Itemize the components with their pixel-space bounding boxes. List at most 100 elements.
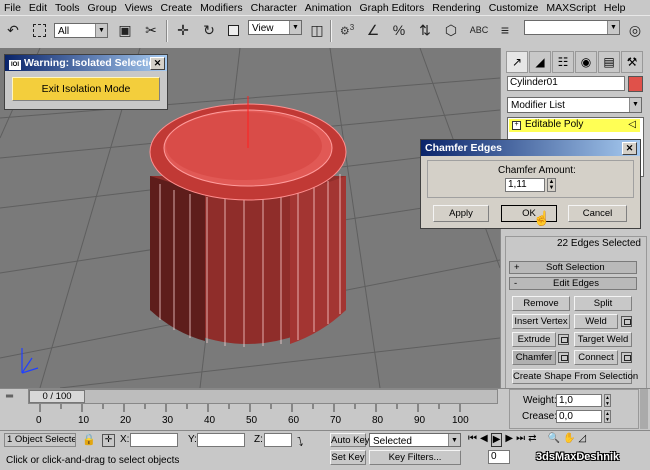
create-tab-icon[interactable]: ↗ bbox=[506, 51, 528, 73]
menu-group[interactable]: Group bbox=[84, 2, 121, 14]
menu-edit[interactable]: Edit bbox=[25, 2, 51, 14]
insert-vertex-button[interactable]: Insert Vertex bbox=[512, 314, 570, 329]
chamfer-amount-spinner[interactable]: ▲ ▼ bbox=[547, 178, 556, 192]
zoom-icon[interactable]: 🔍 bbox=[548, 433, 560, 447]
cylinder-mesh[interactable] bbox=[149, 96, 347, 347]
connect-button[interactable]: Connect bbox=[574, 350, 618, 365]
stack-item-editable-poly[interactable]: + Editable Poly ◁ bbox=[509, 119, 640, 132]
motion-tab-icon[interactable]: ◉ bbox=[575, 51, 597, 73]
x-coordinate-input[interactable] bbox=[130, 433, 178, 447]
mini-curve-editor-icon[interactable]: ═ bbox=[6, 391, 26, 402]
close-icon[interactable]: ✕ bbox=[622, 142, 637, 155]
edit-edges-rollout[interactable]: - Edit Edges bbox=[509, 277, 637, 290]
go-to-end-icon[interactable]: ⏭ bbox=[516, 433, 525, 447]
soft-selection-rollout[interactable]: + Soft Selection bbox=[509, 261, 637, 274]
chamfer-edges-titlebar[interactable]: Chamfer Edges ✕ bbox=[421, 140, 640, 156]
connect-settings-icon[interactable] bbox=[621, 352, 632, 363]
select-object-icon[interactable]: ▣ bbox=[116, 21, 134, 39]
key-filters-button[interactable]: Key Filters... bbox=[369, 450, 461, 465]
menu-animation[interactable]: Animation bbox=[301, 2, 356, 14]
lock-icon[interactable]: 🔒 bbox=[82, 433, 96, 446]
y-coordinate-input[interactable] bbox=[197, 433, 245, 447]
field-of-view-icon[interactable]: ◿ bbox=[578, 433, 586, 447]
play-icon[interactable]: ▶ bbox=[490, 433, 503, 447]
weld-settings-icon[interactable] bbox=[621, 316, 632, 327]
split-button[interactable]: Split bbox=[574, 296, 632, 311]
menu-character[interactable]: Character bbox=[247, 2, 301, 14]
key-mode-dropdown[interactable]: Selected ▼ bbox=[369, 433, 461, 447]
max-logo-icon: IOI bbox=[9, 60, 21, 70]
mirror-icon[interactable]: ABC bbox=[470, 21, 489, 39]
reference-coord-dropdown[interactable]: View ▼ bbox=[248, 20, 302, 35]
crease-spinner[interactable]: ▲ ▼ bbox=[604, 410, 611, 423]
align-icon[interactable]: ≡ bbox=[496, 21, 514, 39]
menu-views[interactable]: Views bbox=[121, 2, 157, 14]
apply-button[interactable]: Apply bbox=[433, 205, 489, 222]
selection-filter-dropdown[interactable]: All ▼ bbox=[54, 23, 108, 38]
set-key-button[interactable]: Set Key bbox=[330, 450, 366, 465]
utilities-tab-icon[interactable]: ⚒ bbox=[621, 51, 643, 73]
weld-button[interactable]: Weld bbox=[574, 314, 618, 329]
menu-maxscript[interactable]: MAXScript bbox=[542, 2, 600, 14]
extrude-settings-icon[interactable] bbox=[558, 334, 569, 345]
hierarchy-tab-icon[interactable]: ☷ bbox=[552, 51, 574, 73]
select-by-name-icon[interactable]: ✂ bbox=[142, 21, 160, 39]
named-selection-icon[interactable]: ⬡ bbox=[442, 21, 460, 39]
z-coordinate-input[interactable] bbox=[264, 433, 292, 447]
cancel-button[interactable]: Cancel bbox=[568, 205, 627, 222]
absolute-mode-icon[interactable]: ✛ bbox=[102, 434, 115, 447]
chamfer-button[interactable]: Chamfer bbox=[512, 350, 556, 365]
modify-tab-icon[interactable]: ◢ bbox=[529, 51, 551, 73]
weight-spinner[interactable]: ▲ ▼ bbox=[604, 394, 611, 407]
pan-icon[interactable]: ✋ bbox=[563, 433, 575, 447]
menu-modifiers[interactable]: Modifiers bbox=[196, 2, 247, 14]
rotate-icon[interactable]: ↻ bbox=[200, 21, 218, 39]
display-tab-icon[interactable]: ▤ bbox=[598, 51, 620, 73]
menu-customize[interactable]: Customize bbox=[485, 2, 543, 14]
spinner-snap-icon[interactable]: ⇅ bbox=[416, 21, 434, 39]
pivot-center-icon[interactable]: ◫ bbox=[308, 21, 326, 39]
isolated-selection-titlebar[interactable]: IOI Warning: Isolated Selection ✕ bbox=[5, 55, 167, 71]
tick-label: 70 bbox=[330, 415, 342, 426]
extrude-button[interactable]: Extrude bbox=[512, 332, 556, 347]
chamfer-amount-input[interactable]: 1,11 bbox=[505, 178, 545, 192]
current-frame-input[interactable]: 0 bbox=[488, 450, 510, 464]
percent-snap-icon[interactable]: % bbox=[390, 21, 408, 39]
exit-isolation-mode-button[interactable]: Exit Isolation Mode bbox=[12, 77, 160, 101]
crease-input[interactable]: 0,0 bbox=[556, 410, 602, 423]
key-mode-toggle-icon[interactable]: ⇄ bbox=[528, 433, 536, 447]
close-icon[interactable]: ✕ bbox=[150, 57, 165, 70]
named-selection-set-dropdown[interactable]: ▼ bbox=[524, 20, 620, 35]
remove-button[interactable]: Remove bbox=[512, 296, 570, 311]
scale-icon[interactable] bbox=[224, 21, 242, 39]
target-weld-button[interactable]: Target Weld bbox=[574, 332, 632, 347]
track-bar[interactable] bbox=[30, 404, 500, 428]
select-region-icon[interactable] bbox=[30, 21, 48, 39]
time-slider[interactable]: 0 / 100 bbox=[28, 389, 498, 404]
object-color-swatch[interactable] bbox=[628, 76, 643, 92]
auto-key-button[interactable]: Auto Key bbox=[330, 433, 370, 447]
previous-frame-icon[interactable]: ◀ bbox=[480, 433, 488, 447]
menu-bar: File Edit Tools Group Views Create Modif… bbox=[0, 0, 650, 15]
weight-input[interactable]: 1,0 bbox=[556, 394, 602, 407]
menu-create[interactable]: Create bbox=[157, 2, 197, 14]
create-shape-from-selection-button[interactable]: Create Shape From Selection bbox=[512, 369, 638, 384]
move-icon[interactable]: ✛ bbox=[174, 21, 192, 39]
menu-help[interactable]: Help bbox=[600, 2, 630, 14]
menu-rendering[interactable]: Rendering bbox=[428, 2, 484, 14]
menu-tools[interactable]: Tools bbox=[51, 2, 84, 14]
next-frame-icon[interactable]: ▶ bbox=[505, 433, 513, 447]
material-editor-icon[interactable]: ◎ bbox=[626, 21, 644, 39]
menu-file[interactable]: File bbox=[0, 2, 25, 14]
angle-snap-icon[interactable]: ∠ bbox=[364, 21, 382, 39]
undo-icon[interactable]: ↶ bbox=[4, 21, 22, 39]
panel-scrollbar[interactable] bbox=[640, 389, 648, 429]
go-to-start-icon[interactable]: ⏮ bbox=[468, 433, 477, 447]
chamfer-settings-icon[interactable] bbox=[558, 352, 569, 363]
snap-3d-icon[interactable]: ⚙3 bbox=[338, 21, 356, 39]
time-slider-thumb[interactable]: 0 / 100 bbox=[29, 390, 85, 403]
modifier-list-dropdown[interactable]: Modifier List ▼ bbox=[507, 97, 642, 113]
menu-graph-editors[interactable]: Graph Editors bbox=[355, 2, 428, 14]
expand-plus-icon[interactable]: + bbox=[512, 121, 521, 130]
object-name-field[interactable]: Cylinder01 bbox=[507, 76, 625, 91]
